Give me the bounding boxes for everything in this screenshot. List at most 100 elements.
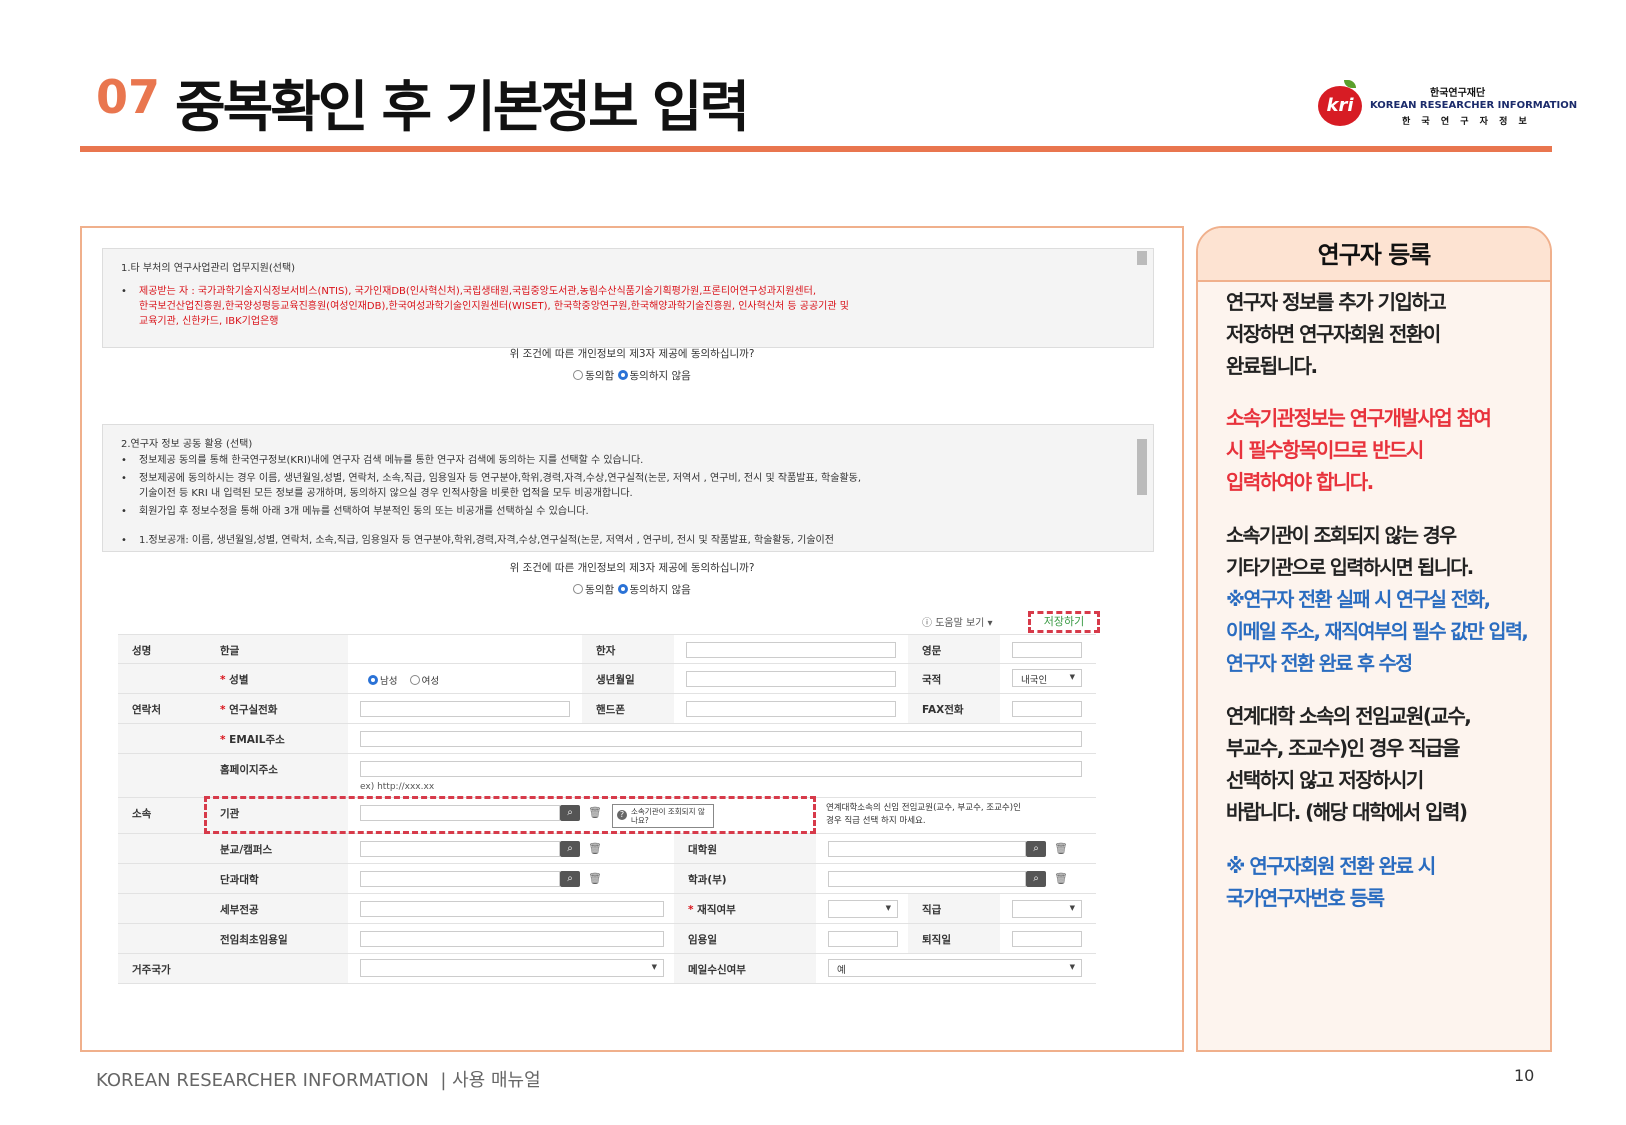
consent-2-heading: 2.연구자 정보 공동 활용 (선택) — [121, 439, 253, 450]
label-country: 거주국가 — [118, 954, 348, 983]
highlight-org-row — [204, 796, 816, 834]
label-grad: 대학원 — [674, 834, 816, 863]
label-contact: 연락처 — [118, 694, 206, 723]
label-hanja: 한자 — [582, 635, 674, 663]
logo-line1: 한국연구재단 — [1430, 88, 1486, 99]
agree-radio[interactable] — [573, 370, 584, 380]
consent-section-1[interactable]: 1.타 부처의 연구사업관리 업무지원(선택) • 제공받는 자 : 국가과학기… — [102, 248, 1154, 348]
label-firstdate: 전임최초임용일 — [206, 924, 348, 953]
list-item: • 1.정보공개: 이름, 생년월일,성별, 연락처, 소속,직급, 임용일자 등… — [121, 535, 834, 546]
list-item: • 정보제공 동의를 통해 한국연구정보(KRI)내에 연구자 검색 메뉴를 통한… — [121, 455, 644, 466]
label-english: 영문 — [908, 635, 1000, 663]
mail-select[interactable]: 예 — [828, 959, 1082, 977]
label-rank: 직급 — [908, 894, 1000, 923]
logo-line2: KOREAN RESEARCHER INFORMATION — [1370, 100, 1578, 111]
label-mailrecv: 메일수신여부 — [674, 954, 816, 983]
country-select[interactable] — [360, 959, 664, 977]
agree-label: 동의함 — [585, 584, 615, 596]
label-birth: 생년월일 — [582, 664, 674, 693]
hanja-input[interactable] — [686, 642, 896, 658]
appoint-input[interactable] — [828, 931, 898, 947]
consent-1-recipients: • 제공받는 자 : 국가과학기술지식정보서비스(NTIS), 국가인재DB(인… — [121, 284, 1135, 329]
search-icon[interactable]: ⌕ — [560, 841, 580, 857]
male-radio[interactable] — [368, 675, 378, 685]
retire-input[interactable] — [1012, 931, 1082, 947]
search-icon[interactable]: ⌕ — [1026, 841, 1046, 857]
label-gender: * 성별 — [206, 664, 348, 693]
panel-title: 연구자 등록 — [1198, 228, 1550, 282]
agree-radio[interactable] — [573, 584, 584, 594]
college-input[interactable] — [360, 871, 560, 887]
recipients-line3: 교육기관, 신한카드, IBK기업은행 — [139, 316, 279, 327]
instruction-4: 연계대학 소속의 전임교원(교수, 부교수, 조교수)인 경우 직급을 선택하지 않… — [1226, 704, 1472, 824]
email-input[interactable] — [360, 731, 1082, 747]
english-input[interactable] — [1012, 642, 1082, 658]
footer: KOREAN RESEARCHER INFORMATION | 사용 매뉴얼 — [96, 1070, 541, 1091]
employed-select[interactable] — [828, 900, 898, 918]
recipients-line2: 한국보건산업진흥원,한국양성평등교육진흥원(여성인재DB),한국여성과학기술인지… — [139, 301, 849, 312]
rank-select[interactable] — [1012, 900, 1082, 918]
consent-section-2[interactable]: 2.연구자 정보 공동 활용 (선택) • 정보제공 동의를 통해 한국연구정보(… — [102, 424, 1154, 552]
label-korean: 한글 — [206, 635, 348, 663]
trash-icon[interactable]: 🗑 — [588, 872, 602, 885]
birth-input[interactable] — [686, 671, 896, 687]
instruction-2: 소속기관정보는 연구개발사업 참여 시 필수항목이므로 반드시 입력하여야 합니다. — [1226, 406, 1492, 494]
trash-icon[interactable]: 🗑 — [1054, 872, 1068, 885]
save-button[interactable]: 저장하기 — [1028, 611, 1100, 633]
instruction-panel: 연구자 등록 연구자 정보를 추가 기입하고 저장하면 연구자회원 전환이 완료됩니… — [1196, 226, 1552, 1052]
recipients-line1: 제공받는 자 : 국가과학기술지식정보서비스(NTIS), 국가인재DB(인사혁… — [139, 286, 817, 297]
header-divider — [80, 146, 1552, 152]
label-name: 성명 — [118, 635, 206, 663]
consent-1-heading: 1.타 부처의 연구사업관리 업무지원(선택) — [121, 263, 296, 274]
instruction-3: 소속기관이 조회되지 않는 경우 기타기관으로 입력하시면 됩니다. ※연구자 전환… — [1226, 524, 1529, 675]
search-icon[interactable]: ⌕ — [1026, 871, 1046, 887]
labphone-input[interactable] — [360, 701, 570, 717]
consent-2-radios: 동의함 동의하지 않음 — [82, 582, 1182, 597]
label-email: * EMAIL주소 — [206, 724, 348, 753]
disagree-label: 동의하지 않음 — [629, 370, 691, 382]
kri-logo: kri 한국연구재단 KOREAN RESEARCHER INFORMATION… — [1318, 80, 1577, 128]
page-title: 중복확인 후 기본정보 입력 — [175, 75, 750, 139]
label-employed: * 재직여부 — [674, 894, 816, 923]
label-college: 단과대학 — [206, 864, 348, 893]
label-fax: FAX전화 — [908, 694, 1000, 723]
branch-input[interactable] — [360, 841, 560, 857]
help-icon: ⓘ — [922, 618, 936, 629]
list-item: • 정보제공에 동의하시는 경우 이름, 생년월일,성별, 연락처, 소속,직급,… — [121, 473, 862, 499]
mobile-input[interactable] — [686, 701, 896, 717]
search-icon[interactable]: ⌕ — [560, 871, 580, 887]
scrollbar[interactable] — [1137, 251, 1147, 342]
grad-input[interactable] — [828, 841, 1026, 857]
female-radio[interactable] — [409, 675, 420, 685]
firstdate-input[interactable] — [360, 931, 664, 947]
consent-1-question: 위 조건에 따른 개인정보의 제3자 제공에 동의하십니까? — [509, 348, 755, 360]
disagree-radio[interactable] — [617, 584, 628, 594]
dept-input[interactable] — [828, 871, 1026, 887]
section-number: 07 — [96, 70, 161, 124]
label-retire: 퇴직일 — [908, 924, 1000, 953]
label-branch: 분교/캠퍼스 — [206, 834, 348, 863]
kri-badge: kri — [1318, 86, 1362, 126]
label-appoint: 임용일 — [674, 924, 816, 953]
agree-label: 동의함 — [585, 370, 615, 382]
instruction-5: ※ 연구자회원 전환 완료 시 국가연구자번호 등록 — [1226, 854, 1436, 910]
trash-icon[interactable]: 🗑 — [588, 842, 602, 855]
trash-icon[interactable]: 🗑 — [1054, 842, 1068, 855]
page-number: 10 — [1514, 1066, 1535, 1085]
nation-select[interactable]: 내국인 — [1012, 669, 1082, 687]
fax-input[interactable] — [1012, 701, 1082, 717]
scrollbar[interactable] — [1137, 427, 1147, 543]
homepage-hint: ex) http://xxx.xx — [360, 782, 435, 792]
homepage-input[interactable] — [360, 761, 1082, 777]
major-input[interactable] — [360, 901, 664, 917]
consent-1-radios: 동의함 동의하지 않음 — [82, 368, 1182, 383]
org-note: 연계대학소속의 신임 전임교원(교수, 부교수, 조교수)인 경우 직급 선택 하… — [826, 803, 1021, 826]
label-homepage: 홈페이지주소 — [206, 754, 348, 797]
screenshot-panel: 1.타 부처의 연구사업관리 업무지원(선택) • 제공받는 자 : 국가과학기… — [80, 226, 1184, 1052]
label-labphone: * 연구실전화 — [206, 694, 348, 723]
disagree-radio[interactable] — [617, 370, 628, 380]
help-link[interactable]: ⓘ 도움말 보기 ▾ — [922, 614, 993, 629]
instruction-1: 연구자 정보를 추가 기입하고 저장하면 연구자회원 전환이 완료됩니다. — [1226, 290, 1447, 378]
label-dept: 학과(부) — [674, 864, 816, 893]
label-mobile: 핸드폰 — [582, 694, 674, 723]
